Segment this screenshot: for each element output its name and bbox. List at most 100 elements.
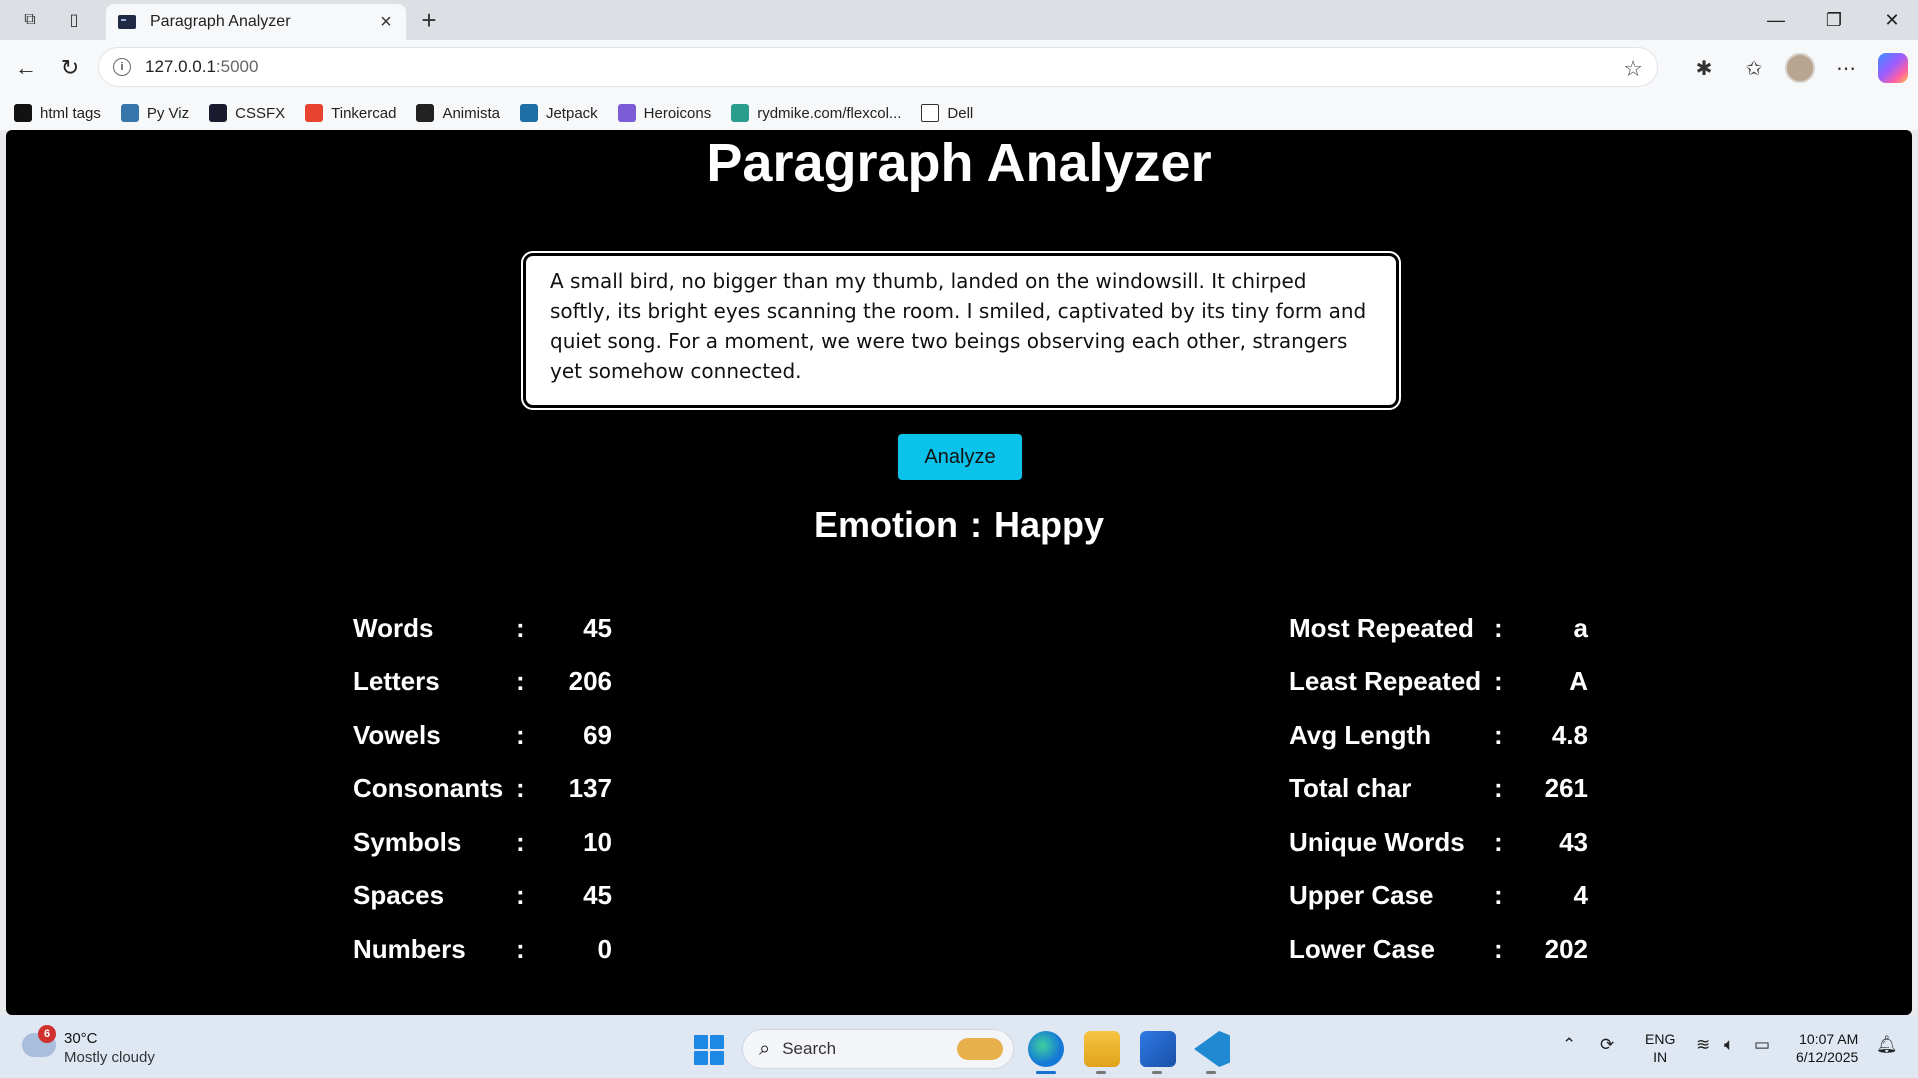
url-port: :5000 <box>215 57 259 76</box>
page-title: Paragraph Analyzer <box>706 133 1212 193</box>
minimize-button[interactable]: — <box>1756 6 1796 34</box>
favorites-icon[interactable]: ✩ <box>1740 54 1768 82</box>
page-viewport: Paragraph Analyzer A small bird, no bigg… <box>6 130 1912 1015</box>
stat-value: a <box>1573 612 1588 643</box>
stat-label: Spaces <box>353 880 445 910</box>
stat-row: Total char: 261 <box>1289 767 1588 811</box>
battery-icon[interactable]: ▭ <box>1754 1035 1770 1055</box>
bookmark-label: Heroicons <box>643 104 712 122</box>
stat-row: Least Repeated: A <box>1289 660 1588 704</box>
wifi-icon[interactable]: ≋ <box>1696 1035 1710 1055</box>
clock-date: 6/12/2025 <box>1796 1049 1859 1065</box>
favorite-star-icon[interactable]: ☆ <box>1623 56 1643 82</box>
stat-row: Unique Words: 43 <box>1289 820 1588 864</box>
notifications-icon[interactable]: 🔔︎ <box>1876 1035 1898 1055</box>
animista-icon <box>416 104 435 122</box>
bookmark-item[interactable]: CSSFX <box>209 104 285 122</box>
stat-separator: : <box>1494 773 1503 803</box>
bookmark-item[interactable]: Dell <box>921 104 973 122</box>
tab-paragraph-analyzer[interactable]: Paragraph Analyzer × <box>106 4 406 40</box>
site-info-icon[interactable]: i <box>113 58 131 76</box>
stat-separator: : <box>516 880 525 910</box>
bookmark-item[interactable]: rydmike.com/flexcol... <box>731 104 901 122</box>
bookmark-label: Jetpack <box>545 104 598 122</box>
stat-label: Lower Case <box>1289 933 1435 964</box>
tinkercad-icon <box>305 104 324 122</box>
m-logo-icon <box>14 104 32 122</box>
address-bar[interactable]: i 127.0.0.1:5000 ☆ <box>98 47 1658 87</box>
bookmarks-bar: html tags Py Viz CSSFX Tinkercad Animista Jet… <box>0 96 1918 130</box>
bookmark-item[interactable]: Jetpack <box>519 104 598 122</box>
vertical-tabs-icon[interactable]: ▯ <box>60 8 88 32</box>
stat-separator: : <box>516 666 525 696</box>
stat-row: Avg Length: 4.8 <box>1289 713 1588 757</box>
profile-avatar[interactable] <box>1785 53 1815 83</box>
close-window-button[interactable]: ✕ <box>1872 6 1912 34</box>
edge-icon[interactable] <box>1028 1031 1064 1067</box>
emotion-separator: : <box>969 504 982 545</box>
bookmark-label: Py Viz <box>146 104 190 122</box>
analyze-button[interactable]: Analyze <box>898 434 1022 480</box>
python-icon <box>120 104 139 122</box>
workspaces-icon[interactable]: ⧉ <box>16 8 44 32</box>
search-highlight-icon <box>957 1038 1003 1060</box>
stat-value: 10 <box>583 826 612 857</box>
search-placeholder: Search <box>782 1039 837 1058</box>
stat-row: Symbols: 10 <box>353 820 612 864</box>
stat-label: Words <box>353 612 434 643</box>
copilot-icon[interactable] <box>1878 53 1908 83</box>
bookmark-item[interactable]: Heroicons <box>617 104 712 122</box>
paragraph-input[interactable]: A small bird, no bigger than my thumb, l… <box>521 251 1401 410</box>
stat-separator: : <box>516 719 525 750</box>
close-tab-icon[interactable]: × <box>372 8 400 36</box>
sync-icon[interactable]: ⟳ <box>1600 1035 1614 1055</box>
stat-separator: : <box>1494 719 1503 750</box>
stat-row: Upper Case: 4 <box>1289 874 1588 918</box>
reload-button[interactable]: ↻ <box>54 52 86 84</box>
stat-separator: : <box>516 826 525 857</box>
weather-badge: 6 <box>38 1025 56 1043</box>
extensions-icon[interactable]: ✱ <box>1690 54 1718 82</box>
file-explorer-icon[interactable] <box>1084 1031 1120 1067</box>
store-icon[interactable] <box>1140 1031 1176 1067</box>
windows-taskbar: 6 30°C Mostly cloudy ⌕ Search ⌃ ⟳ ENG IN… <box>0 1015 1918 1078</box>
bookmark-item[interactable]: Py Viz <box>120 104 190 122</box>
vscode-icon[interactable] <box>1194 1031 1230 1067</box>
stat-row: Most Repeated: a <box>1289 606 1588 650</box>
stat-separator: : <box>1494 880 1503 910</box>
stat-label: Most Repeated <box>1289 612 1474 643</box>
stat-value: 261 <box>1544 773 1588 803</box>
chevron-up-icon[interactable]: ⌃ <box>1562 1035 1576 1055</box>
volume-icon[interactable]: 🔈︎ <box>1724 1035 1734 1055</box>
restore-button[interactable]: ❐ <box>1814 6 1854 34</box>
stat-separator: : <box>516 773 525 803</box>
emotion-result: Emotion: Happy <box>6 504 1912 546</box>
bookmark-label: rydmike.com/flexcol... <box>757 104 902 122</box>
url-host: 127.0.0.1 <box>145 57 216 76</box>
new-tab-button[interactable]: + <box>414 5 444 35</box>
bookmark-label: Dell <box>947 104 974 122</box>
stat-label: Vowels <box>353 719 441 750</box>
stat-label: Consonants <box>353 773 504 803</box>
browser-toolbar: ← ↻ i 127.0.0.1:5000 ☆ ✱ ✩ ⋯ <box>0 40 1918 96</box>
stat-value: 43 <box>1559 826 1588 857</box>
stat-value: 206 <box>568 666 612 696</box>
bookmark-item[interactable]: Animista <box>416 104 500 122</box>
stat-label: Avg Length <box>1289 719 1432 750</box>
stat-label: Least Repeated <box>1289 666 1482 696</box>
bookmark-item[interactable]: html tags <box>14 104 101 122</box>
store-indicator <box>1152 1071 1162 1074</box>
terminal-favicon-icon <box>118 15 136 29</box>
bookmark-item[interactable]: Tinkercad <box>305 104 396 122</box>
back-button[interactable]: ← <box>10 52 42 84</box>
edge-active-indicator <box>1036 1071 1056 1074</box>
more-options-icon[interactable]: ⋯ <box>1832 54 1860 82</box>
jetpack-icon <box>519 104 538 122</box>
language-indicator[interactable]: ENG IN <box>1645 1030 1675 1066</box>
start-button[interactable] <box>694 1035 724 1065</box>
stat-value: 69 <box>583 719 612 750</box>
clock[interactable]: 10:07 AM 6/12/2025 <box>1796 1030 1858 1066</box>
emotion-label: Emotion <box>813 504 958 545</box>
stat-value: 202 <box>1544 933 1588 964</box>
taskbar-search[interactable]: ⌕ Search <box>742 1029 1014 1069</box>
